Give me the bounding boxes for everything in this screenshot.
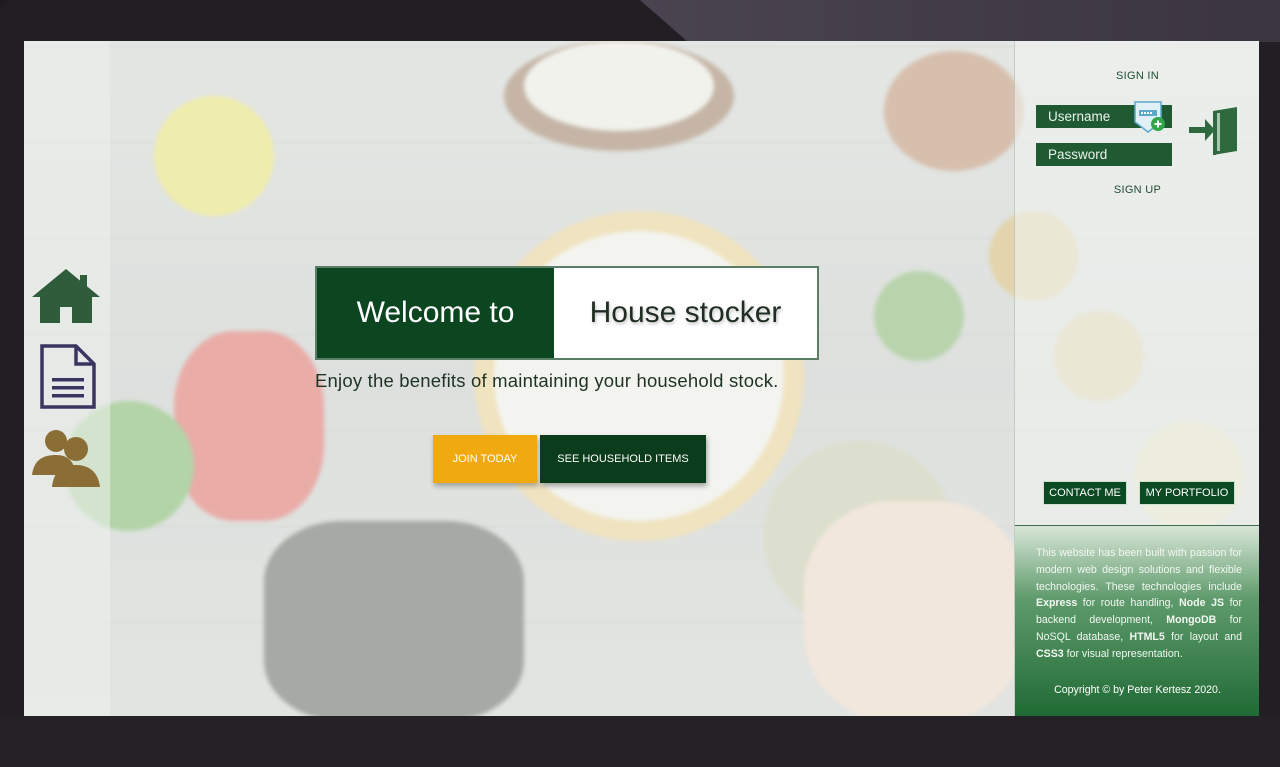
right-panel: SIGN IN Username SIGN UP CONTACT ME MY P… bbox=[1014, 41, 1259, 716]
my-portfolio-button[interactable]: MY PORTFOLIO bbox=[1139, 481, 1235, 505]
sign-up-label[interactable]: SIGN UP bbox=[1015, 184, 1259, 196]
footer: This website has been built with passion… bbox=[1015, 525, 1259, 716]
users-icon[interactable] bbox=[30, 427, 102, 493]
frame-sheen bbox=[640, 0, 1280, 42]
login-door-icon[interactable] bbox=[1187, 105, 1241, 159]
copyright: Copyright © by Peter Kertesz 2020. bbox=[1054, 684, 1221, 696]
contact-me-button[interactable]: CONTACT ME bbox=[1043, 481, 1127, 505]
document-icon[interactable] bbox=[30, 344, 102, 410]
tech-node: Node JS bbox=[1179, 597, 1225, 610]
sign-in-label[interactable]: SIGN IN bbox=[1015, 70, 1259, 82]
footer-description: This website has been built with passion… bbox=[1036, 547, 1242, 660]
join-today-button[interactable]: JOIN TODAY bbox=[433, 435, 537, 483]
frame-bottom-bezel bbox=[0, 716, 1280, 767]
left-nav bbox=[24, 41, 110, 716]
see-household-items-button[interactable]: SEE HOUSEHOLD ITEMS bbox=[540, 435, 706, 483]
tech-mongodb: MongoDB bbox=[1166, 614, 1217, 627]
tech-css3: CSS3 bbox=[1036, 647, 1064, 660]
screen: Welcome to House stocker Enjoy the benef… bbox=[24, 41, 1259, 716]
tech-html5: HTML5 bbox=[1129, 630, 1165, 643]
home-icon[interactable] bbox=[30, 267, 102, 333]
hero-title-right: House stocker bbox=[589, 296, 782, 329]
password-manager-icon[interactable] bbox=[1132, 100, 1166, 134]
device-frame: Welcome to House stocker Enjoy the benef… bbox=[0, 0, 1280, 767]
tech-express: Express bbox=[1036, 597, 1078, 610]
hero-subtitle: Enjoy the benefits of maintaining your h… bbox=[315, 370, 779, 391]
hero-title-box: Welcome to House stocker bbox=[315, 266, 819, 360]
hero-title-left: Welcome to bbox=[317, 268, 554, 358]
password-field[interactable] bbox=[1036, 143, 1172, 166]
